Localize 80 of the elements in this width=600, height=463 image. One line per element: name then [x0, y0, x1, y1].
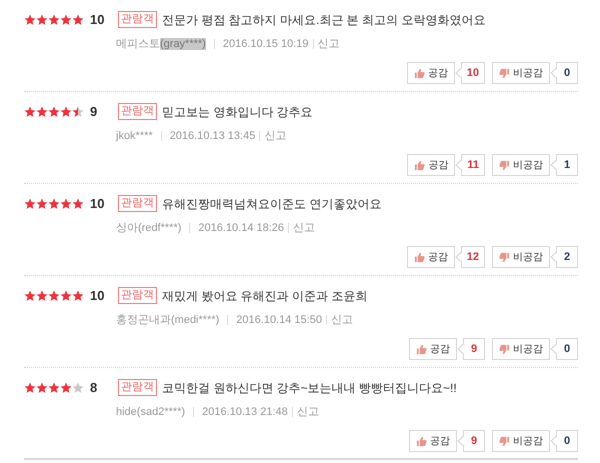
thumbs-up-icon — [414, 160, 426, 170]
star-icon — [36, 106, 48, 118]
vote-count: 2 — [556, 246, 578, 268]
star-icon — [60, 198, 72, 210]
audience-tag: 관람객 — [118, 287, 157, 304]
score: 10 — [90, 287, 106, 305]
author-name: 메피스토(gray****) — [116, 36, 206, 52]
star-icon — [72, 290, 84, 302]
dislike-button[interactable]: 비공감 — [492, 154, 550, 176]
dislike-button[interactable]: 비공감 — [492, 430, 550, 452]
vote-count: 0 — [556, 338, 578, 360]
dislike-button[interactable]: 비공감 — [492, 338, 550, 360]
star-icon — [60, 106, 72, 118]
thumbs-up-icon — [414, 68, 425, 78]
author-name: jkok**** — [116, 128, 153, 144]
star-icon — [72, 198, 84, 210]
vote-count: 11 — [461, 154, 485, 176]
dislike-button[interactable]: 비공감 — [492, 246, 550, 268]
thumbs-down-icon — [499, 160, 510, 170]
audience-tag: 관람객 — [118, 103, 157, 120]
like-button[interactable]: 공감 — [406, 62, 455, 84]
star-icon — [48, 14, 60, 26]
like-button[interactable]: 공감 — [409, 338, 457, 360]
review-text: 코믹한걸 원하신다면 강추~보는내내 빵빵터집니다요~!! — [162, 380, 457, 397]
score: 10 — [90, 195, 106, 213]
review-date: 2016.10.14 18:26 — [198, 220, 284, 236]
star-icon — [72, 106, 84, 118]
vote-count: 9 — [463, 430, 485, 452]
score: 8 — [90, 379, 98, 397]
audience-tag: 관람객 — [118, 11, 157, 28]
review-date: 2016.10.15 10:19 — [222, 36, 308, 52]
star-icon — [36, 198, 48, 210]
author-name: 싱아(redf****) — [116, 220, 182, 236]
vote-count: 12 — [460, 246, 485, 268]
thumbs-down-icon — [499, 68, 510, 78]
score: 9 — [90, 103, 98, 121]
star-icon — [72, 14, 84, 26]
vote-count: 1 — [556, 154, 578, 176]
review-text: 유해진짱매력넘쳐요이준도 연기좋았어요 — [162, 196, 382, 213]
dislike-button[interactable]: 비공감 — [492, 62, 550, 84]
audience-tag: 관람객 — [118, 195, 157, 212]
star-icon — [24, 290, 36, 302]
audience-tag: 관람객 — [118, 379, 157, 396]
review-date: 2016.10.14 15:50 — [236, 312, 322, 328]
vote-count: 9 — [463, 338, 485, 360]
star-icon — [48, 198, 60, 210]
thumbs-up-icon — [416, 344, 427, 354]
review-text: 재밌게 봤어요 유해진과 이준과 조윤희 — [162, 288, 368, 305]
star-icon — [24, 14, 36, 26]
thumbs-down-icon — [499, 252, 510, 262]
star-icon — [48, 106, 60, 118]
author-name: hide(sad2****) — [116, 404, 186, 420]
star-icon — [72, 382, 84, 394]
like-button[interactable]: 공감 — [406, 246, 455, 268]
score: 10 — [90, 11, 106, 29]
review-date: 2016.10.13 13:45 — [170, 128, 256, 144]
vote-count: 0 — [556, 62, 578, 84]
star-icon — [36, 382, 48, 394]
review-date: 2016.10.13 21:48 — [202, 404, 288, 420]
like-button[interactable]: 공감 — [407, 154, 456, 176]
vote-count: 10 — [460, 62, 485, 84]
star-icon — [24, 106, 36, 118]
star-icon — [24, 382, 36, 394]
thumbs-up-icon — [414, 252, 425, 262]
star-icon — [60, 382, 72, 394]
star-icon — [60, 290, 72, 302]
star-icon — [60, 14, 72, 26]
like-button[interactable]: 공감 — [409, 430, 457, 452]
thumbs-down-icon — [499, 344, 510, 354]
review-text: 믿고보는 영화입니다 강추요 — [162, 104, 313, 121]
review-text: 전문가 평점 참고하지 마세요.최근 본 최고의 오락영화였어요 — [162, 12, 486, 29]
star-icon — [36, 14, 48, 26]
thumbs-up-icon — [416, 436, 427, 446]
star-icon — [24, 198, 36, 210]
vote-count: 0 — [556, 430, 578, 452]
star-icon — [48, 382, 60, 394]
star-icon — [36, 290, 48, 302]
thumbs-down-icon — [499, 436, 510, 446]
star-icon — [48, 290, 60, 302]
author-name: 홍정곤내과(medi****) — [116, 312, 220, 328]
